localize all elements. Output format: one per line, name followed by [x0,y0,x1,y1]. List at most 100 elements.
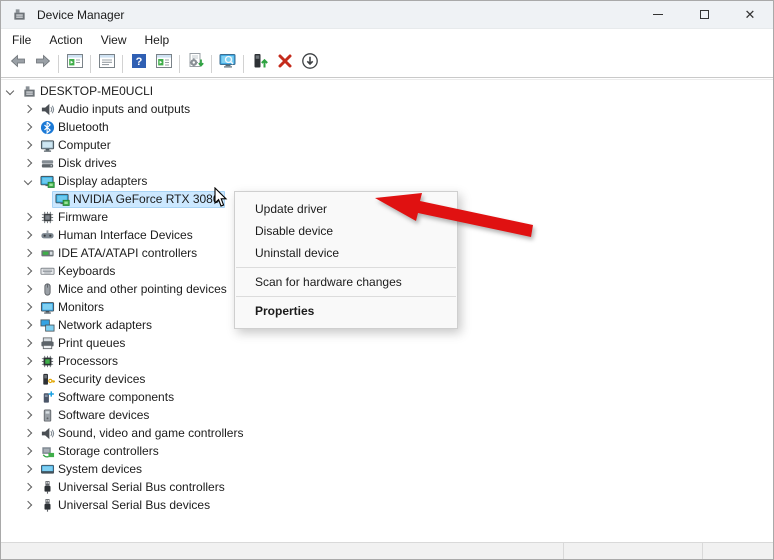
software-components-icon [40,390,55,405]
device-manager-window: Device Manager ✕ FileActionViewHelp ? DE… [0,0,774,560]
security-icon [40,372,55,387]
selected-tree-item[interactable]: NVIDIA GeForce RTX 3080 [52,191,225,208]
tree-item[interactable]: System devices [1,460,773,478]
hid-icon [40,228,55,243]
help-icon: ? [130,52,148,75]
context-menu-separator [236,267,456,268]
tree-item[interactable]: Security devices [1,370,773,388]
context-menu-item-properties[interactable]: Properties [235,300,457,322]
chevron-right-icon[interactable] [22,481,34,493]
chevron-right-icon[interactable] [22,121,34,133]
tree-item[interactable]: Processors [1,352,773,370]
menu-action[interactable]: Action [40,31,91,49]
maximize-button[interactable] [681,1,727,28]
disable-button[interactable] [297,52,322,75]
properties-pane-button[interactable] [94,52,119,75]
chevron-right-icon[interactable] [22,463,34,475]
tree-item-label: Security devices [58,372,145,386]
scan-hardware-button[interactable] [183,52,208,75]
chevron-down-icon[interactable] [22,175,34,187]
chevron-right-icon[interactable] [22,319,34,331]
mouse-icon [40,282,55,297]
processor-icon [40,354,55,369]
tree-item-label: Firmware [58,210,108,224]
tree-item[interactable]: Audio inputs and outputs [1,100,773,118]
computer-monitor-icon [40,138,55,153]
minimize-button[interactable] [635,1,681,28]
context-menu-separator [236,296,456,297]
tree-item-label: Human Interface Devices [58,228,193,242]
tree-item-label: Keyboards [58,264,115,278]
firmware-icon [40,210,55,225]
disk-icon [40,156,55,171]
action-pane-icon [155,52,173,75]
chevron-right-icon[interactable] [22,301,34,313]
tree-item-label: System devices [58,462,142,476]
tree-item[interactable]: Software components [1,388,773,406]
tree-item[interactable]: Print queues [1,334,773,352]
update-driver-button[interactable] [247,52,272,75]
chevron-right-icon[interactable] [22,211,34,223]
remote-monitor-button[interactable] [215,52,240,75]
back-button[interactable] [5,52,30,75]
chevron-right-icon[interactable] [22,229,34,241]
maximize-icon [700,10,709,19]
forward-button[interactable] [30,52,55,75]
context-menu-item-scan-for-hardware-changes[interactable]: Scan for hardware changes [235,271,457,293]
statusbar-section [1,543,563,559]
svg-text:?: ? [135,56,142,68]
tree-item[interactable]: Universal Serial Bus devices [1,496,773,514]
audio-icon [40,102,55,117]
tree-item-label: NVIDIA GeForce RTX 3080 [73,192,220,206]
chevron-right-icon[interactable] [22,103,34,115]
tree-item[interactable]: Bluetooth [1,118,773,136]
chevron-right-icon[interactable] [22,391,34,403]
toolbar-separator [58,55,59,73]
tree-item-label: Processors [58,354,118,368]
menu-help[interactable]: Help [136,31,179,49]
chevron-right-icon[interactable] [22,427,34,439]
tree-item[interactable]: Sound, video and game controllers [1,424,773,442]
chevron-right-icon[interactable] [22,409,34,421]
tree-item-label: Computer [58,138,111,152]
menu-view[interactable]: View [92,31,136,49]
chevron-down-icon[interactable] [4,85,16,97]
chevron-right-icon[interactable] [22,445,34,457]
menu-file[interactable]: File [3,31,40,49]
disable-icon [301,52,319,75]
tree-item[interactable]: Storage controllers [1,442,773,460]
properties-pane-icon [98,52,116,75]
chevron-right-icon[interactable] [22,499,34,511]
chevron-right-icon[interactable] [22,337,34,349]
uninstall-button[interactable] [272,52,297,75]
help-button[interactable]: ? [126,52,151,75]
action-pane-button[interactable] [151,52,176,75]
network-icon [40,318,55,333]
bluetooth-icon [40,120,55,135]
tree-item[interactable]: Computer [1,136,773,154]
tree-item-label: Software devices [58,408,149,422]
chevron-right-icon[interactable] [22,283,34,295]
update-driver-icon [251,52,269,75]
tree-item-label: Sound, video and game controllers [58,426,243,440]
chevron-right-icon[interactable] [22,373,34,385]
chevron-right-icon[interactable] [22,247,34,259]
close-button[interactable]: ✕ [727,1,773,28]
software-device-icon [40,408,55,423]
chevron-right-icon[interactable] [22,355,34,367]
monitor-icon [40,300,55,315]
no-chevron [40,193,52,205]
tree-item[interactable]: DESKTOP-ME0UCLI [1,82,773,100]
chevron-right-icon[interactable] [22,139,34,151]
computer-root-icon [22,84,37,99]
console-tree-button[interactable] [62,52,87,75]
toolbar-separator [122,55,123,73]
tree-item[interactable]: Disk drives [1,154,773,172]
tree-item[interactable]: Universal Serial Bus controllers [1,478,773,496]
tree-item[interactable]: Software devices [1,406,773,424]
chevron-right-icon[interactable] [22,157,34,169]
chevron-right-icon[interactable] [22,265,34,277]
system-icon [40,462,55,477]
storage-icon [40,444,55,459]
tree-item-label: Mice and other pointing devices [58,282,227,296]
